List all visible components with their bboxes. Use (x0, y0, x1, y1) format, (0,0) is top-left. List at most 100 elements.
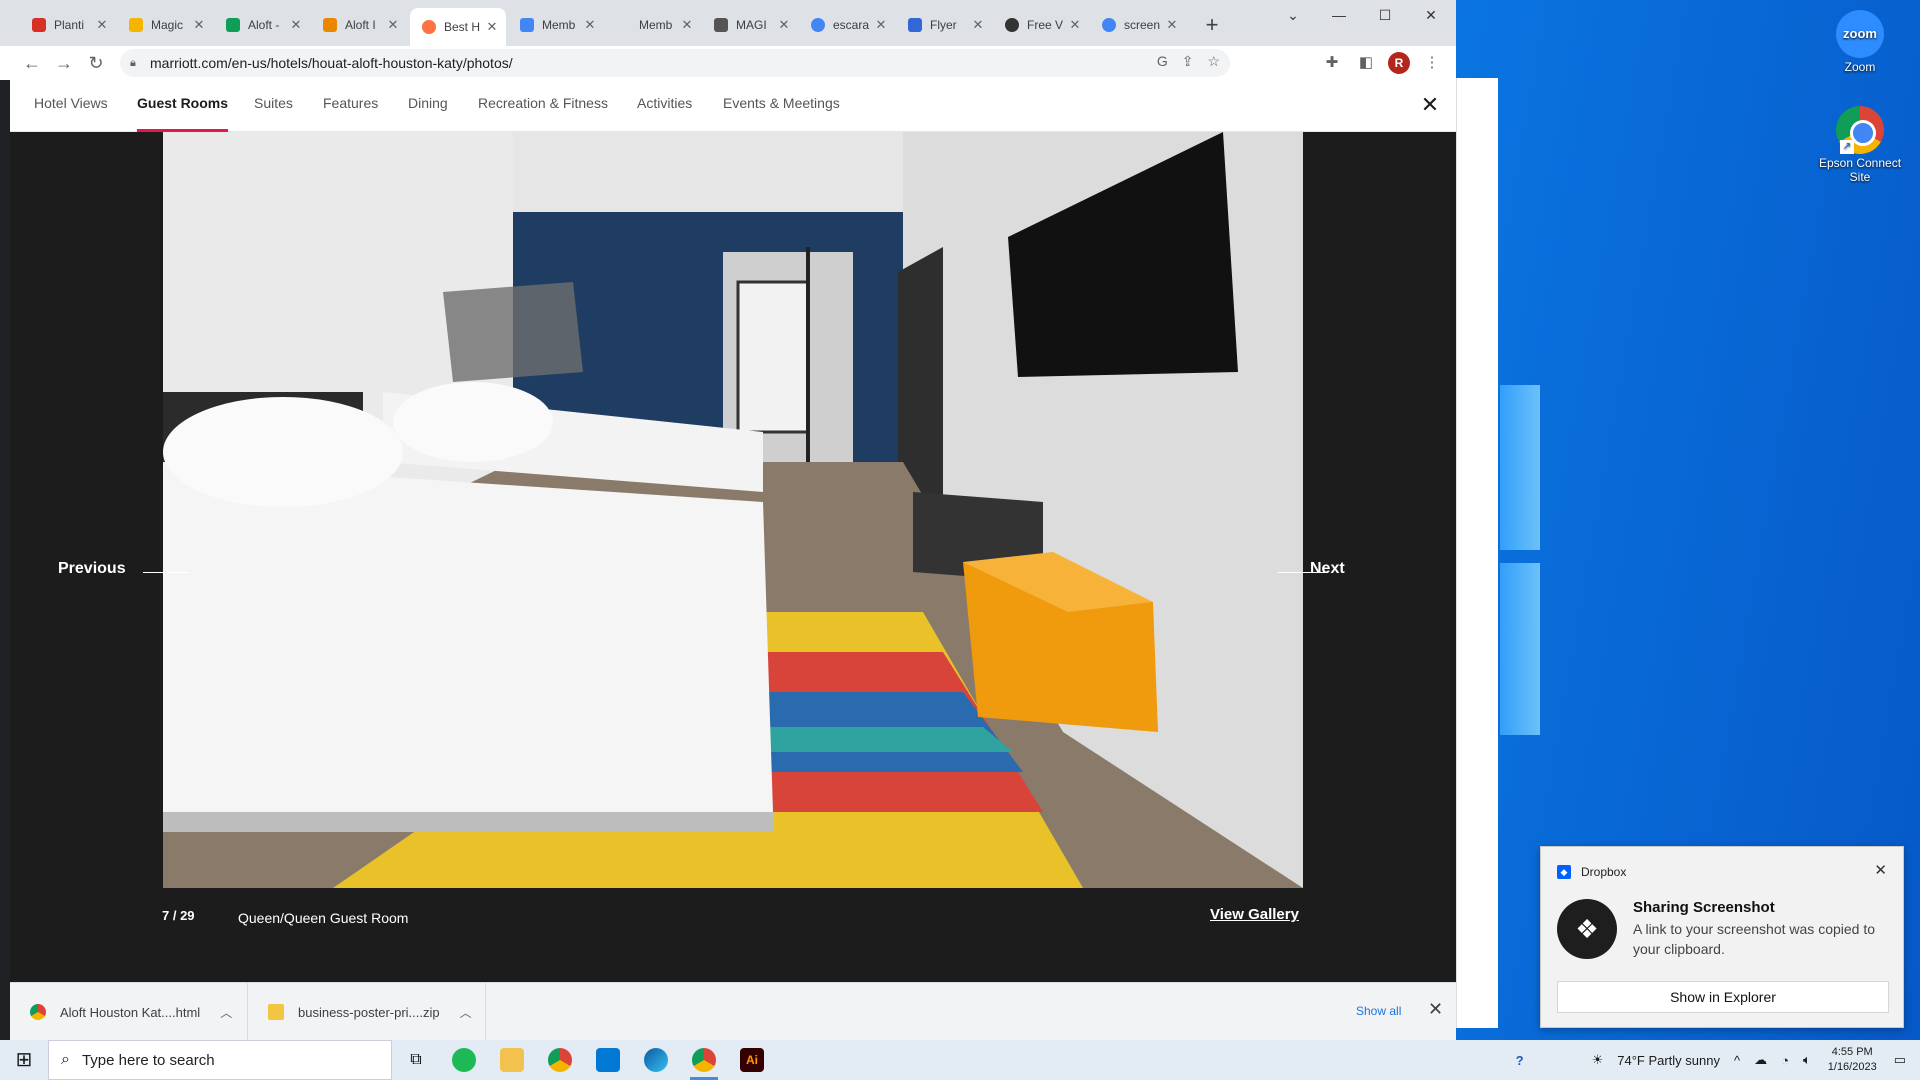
spotify-icon[interactable] (440, 1040, 488, 1080)
edge-icon[interactable] (632, 1040, 680, 1080)
tab-2[interactable]: Aloft - ✕ (214, 10, 310, 40)
tab-0[interactable]: Planti ✕ (20, 10, 116, 40)
url-text[interactable]: marriott.com/en-us/hotels/houat-aloft-ho… (150, 55, 513, 71)
close-icon[interactable]: ✕ (873, 17, 889, 33)
close-icon[interactable]: ✕ (582, 17, 598, 33)
previous-arrow-icon (143, 572, 189, 573)
show-all-downloads-link[interactable]: Show all (1356, 1004, 1401, 1018)
tab-3[interactable]: Aloft I ✕ (311, 10, 407, 40)
task-view-icon[interactable]: ⧉ (392, 1040, 440, 1080)
chevron-up-icon[interactable]: ^ (1734, 1053, 1740, 1068)
help-icon[interactable]: ? (1516, 1053, 1524, 1068)
tab-6[interactable]: Memb ✕ (605, 10, 701, 40)
category-tab-dining[interactable]: Dining (408, 80, 448, 132)
taskbar-search-placeholder: Type here to search (81, 1051, 215, 1069)
side-panel-icon[interactable]: ◧ (1354, 49, 1378, 77)
close-icon[interactable]: ✕ (288, 17, 304, 33)
downloads-bar: Aloft Houston Kat....html ︿ business-pos… (10, 982, 1456, 1041)
tab-8[interactable]: escara ✕ (799, 10, 895, 40)
close-icon[interactable]: ✕ (191, 17, 207, 33)
chrome-icon: ↗ (1836, 106, 1884, 154)
network-icon[interactable]: ◔ (1781, 1053, 1789, 1068)
tab-7[interactable]: MAGI ✕ (702, 10, 798, 40)
close-icon[interactable]: ✕ (679, 17, 695, 33)
category-tab-suites[interactable]: Suites (254, 80, 293, 132)
tab-title: Planti (54, 18, 85, 32)
taskbar: ⊞ ⌕ Type here to search ⧉ Ai ? ☀ 74°F Pa… (0, 1040, 1920, 1080)
file-explorer-icon[interactable] (488, 1040, 536, 1080)
close-icon[interactable]: ✕ (1874, 861, 1887, 879)
share-icon[interactable]: ⇪ (1182, 53, 1194, 70)
close-window-button[interactable]: ✕ (1408, 0, 1454, 30)
tab-9[interactable]: Flyer ✕ (896, 10, 992, 40)
photo-gallery-page: Hotel Views Guest Rooms Suites Features … (10, 80, 1456, 982)
tab-favicon-icon (617, 18, 631, 32)
profile-avatar[interactable]: R (1388, 52, 1410, 74)
windows-wallpaper-logo (1500, 385, 1540, 735)
clock[interactable]: 4:55 PM 1/16/2023 (1828, 1045, 1877, 1075)
chrome-profile-taskbar-icon[interactable] (680, 1040, 728, 1080)
google-lens-icon[interactable]: G (1157, 53, 1168, 70)
reload-icon[interactable]: ↻ (80, 49, 112, 77)
tab-11[interactable]: screen ✕ (1090, 10, 1186, 40)
notifications-icon[interactable]: ▭ (1894, 1052, 1906, 1068)
chevron-up-icon[interactable]: ︿ (220, 1004, 232, 1021)
next-button[interactable]: Next (1310, 560, 1345, 578)
close-icon[interactable]: ✕ (1067, 17, 1083, 33)
chrome-taskbar-icon[interactable] (536, 1040, 584, 1080)
desktop-icon-epson-connect[interactable]: ↗ Epson Connect Site (1815, 106, 1905, 184)
calendar-icon[interactable] (584, 1040, 632, 1080)
minimize-button[interactable]: — (1316, 0, 1362, 30)
view-gallery-link[interactable]: View Gallery (1210, 906, 1299, 923)
download-item-zip[interactable]: business-poster-pri....zip ︿ (248, 983, 486, 1041)
category-tab-recreation-fitness[interactable]: Recreation & Fitness (478, 80, 608, 132)
desktop-icon-zoom[interactable]: zoom Zoom (1815, 10, 1905, 74)
tab-favicon-icon (323, 18, 337, 32)
category-tab-activities[interactable]: Activities (637, 80, 692, 132)
tab-favicon-icon (520, 18, 534, 32)
tab-title: Aloft I (345, 18, 376, 32)
close-icon[interactable]: ✕ (484, 19, 500, 35)
tab-4-active[interactable]: Best H ✕ (410, 8, 506, 46)
extensions-icon[interactable]: ✚ (1320, 49, 1344, 77)
zoom-icon: zoom (1836, 10, 1884, 58)
forward-icon[interactable]: → (48, 49, 80, 77)
close-icon[interactable]: ✕ (970, 17, 986, 33)
tab-10[interactable]: Free V ✕ (993, 10, 1089, 40)
onedrive-icon[interactable]: ☁ (1754, 1052, 1767, 1068)
category-tab-events-meetings[interactable]: Events & Meetings (723, 80, 840, 132)
category-tab-hotel-views[interactable]: Hotel Views (34, 80, 108, 132)
chrome-icon (30, 1004, 46, 1020)
volume-icon[interactable]: 🔈︎ (1803, 1052, 1811, 1068)
close-icon[interactable]: ✕ (1164, 17, 1180, 33)
previous-button[interactable]: Previous (58, 560, 126, 578)
tab-title: MAGI (736, 18, 767, 32)
close-icon[interactable]: ✕ (1428, 999, 1443, 1020)
tab-1[interactable]: Magic ✕ (117, 10, 213, 40)
close-gallery-icon[interactable]: ✕ (1418, 92, 1442, 118)
show-in-explorer-button[interactable]: Show in Explorer (1557, 981, 1889, 1013)
close-icon[interactable]: ✕ (94, 17, 110, 33)
weather-text[interactable]: 74°F Partly sunny (1617, 1053, 1720, 1068)
background-window[interactable] (1456, 78, 1498, 1028)
category-tab-guest-rooms[interactable]: Guest Rooms (137, 80, 229, 132)
illustrator-icon[interactable]: Ai (728, 1040, 776, 1080)
maximize-button[interactable]: ☐ (1362, 0, 1408, 30)
tab-search-icon[interactable]: ⌄ (1270, 0, 1316, 30)
close-icon[interactable]: ✕ (776, 17, 792, 33)
tab-title: Memb (639, 18, 673, 32)
tab-5[interactable]: Memb ✕ (508, 10, 604, 40)
bookmark-star-icon[interactable]: ☆ (1207, 53, 1220, 70)
windows-start-icon[interactable]: ⊞ (0, 1040, 48, 1080)
address-bar[interactable]: 🔒︎ marriott.com/en-us/hotels/houat-aloft… (120, 49, 1230, 77)
new-tab-button[interactable]: + (1198, 12, 1226, 40)
category-tab-features[interactable]: Features (323, 80, 378, 132)
chevron-up-icon[interactable]: ︿ (460, 1004, 472, 1021)
gallery-category-nav: Hotel Views Guest Rooms Suites Features … (10, 80, 1456, 132)
download-item-html[interactable]: Aloft Houston Kat....html ︿ (10, 983, 248, 1041)
back-icon[interactable]: ← (16, 49, 48, 77)
taskbar-search[interactable]: ⌕ Type here to search (48, 1040, 392, 1080)
close-icon[interactable]: ✕ (385, 17, 401, 33)
menu-kebab-icon[interactable]: ⋮ (1420, 49, 1444, 77)
photo-counter: 7 / 29 (162, 908, 195, 923)
